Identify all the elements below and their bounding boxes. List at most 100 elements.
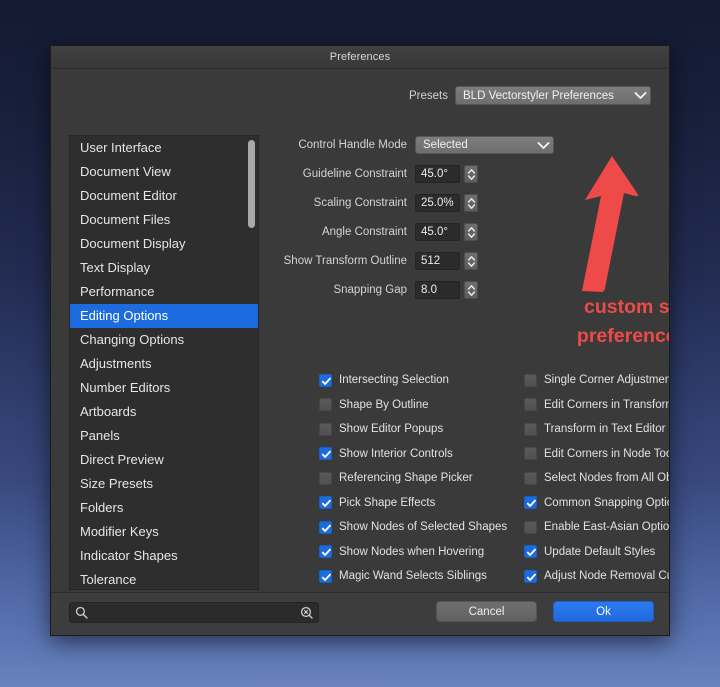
sidebar-item-adjustments[interactable]: Adjustments bbox=[70, 352, 258, 376]
checkbox-unchecked-icon[interactable] bbox=[524, 422, 537, 436]
number-field: 45.0° bbox=[415, 223, 478, 241]
checkbox-row[interactable]: Show Nodes of Selected Shapes bbox=[319, 519, 524, 535]
number-input[interactable]: 45.0° bbox=[415, 165, 460, 183]
number-input[interactable]: 8.0 bbox=[415, 281, 460, 299]
checkbox-label: Show Nodes of Selected Shapes bbox=[339, 521, 508, 533]
checkbox-row[interactable]: Pick Shape Effects bbox=[319, 495, 524, 511]
presets-label: Presets bbox=[409, 89, 448, 102]
checkbox-row[interactable]: Referencing Shape Picker bbox=[319, 470, 524, 486]
search-input[interactable] bbox=[69, 602, 319, 623]
checkbox-row[interactable]: Transform in Text Editor bbox=[524, 421, 669, 437]
field-label: Show Transform Outline bbox=[283, 255, 407, 267]
checkbox-row[interactable]: Adjust Node Removal Curvature bbox=[524, 568, 669, 584]
sidebar-item-performance[interactable]: Performance bbox=[70, 280, 258, 304]
chevron-down-icon bbox=[533, 141, 553, 150]
settings-pane: Control Handle Mode Selected Guideline Con… bbox=[267, 135, 657, 309]
checkbox-checked-icon[interactable] bbox=[319, 496, 332, 509]
checkbox-row[interactable]: Select Nodes from All Objects bbox=[524, 470, 669, 486]
preferences-dialog: Preferences Presets BLD Vectorstyler Pre… bbox=[50, 45, 670, 636]
checkbox-row[interactable]: Single Corner Adjustment bbox=[524, 372, 669, 388]
checkbox-label: Shape By Outline bbox=[339, 398, 429, 411]
checkbox-checked-icon[interactable] bbox=[319, 545, 332, 558]
checkbox-checked-icon[interactable] bbox=[319, 373, 332, 387]
checkbox-row[interactable]: Show Interior Controls bbox=[319, 446, 524, 462]
field-label: Guideline Constraint bbox=[302, 168, 407, 180]
checkbox-label: Magic Wand Selects Siblings bbox=[339, 570, 487, 582]
checkbox-label: Intersecting Selection bbox=[339, 374, 449, 386]
checkbox-unchecked-icon[interactable] bbox=[319, 398, 332, 411]
ok-button[interactable]: Ok bbox=[553, 601, 654, 622]
annotation-line-2: preferences file bbox=[576, 325, 669, 347]
number-input[interactable]: 45.0° bbox=[415, 223, 460, 241]
field-row: Guideline Constraint 45.0° bbox=[267, 164, 657, 184]
sidebar-scrollbar[interactable] bbox=[248, 140, 255, 585]
sidebar-scrollbar-thumb[interactable] bbox=[248, 140, 255, 228]
sidebar-item-modifier-keys[interactable]: Modifier Keys bbox=[70, 520, 258, 544]
checkbox-row[interactable]: Edit Corners in Node Tool bbox=[524, 446, 669, 462]
sidebar-item-indicator-shapes[interactable]: Indicator Shapes bbox=[70, 544, 258, 568]
sidebar-item-folders[interactable]: Folders bbox=[70, 496, 258, 520]
checkbox-row[interactable]: Intersecting Selection bbox=[319, 372, 524, 388]
number-input[interactable]: 25.0% bbox=[415, 194, 460, 212]
field-label: Snapping Gap bbox=[333, 284, 407, 296]
sidebar-item-document-editor[interactable]: Document Editor bbox=[70, 184, 258, 208]
checkbox-row[interactable]: Enable East-Asian Options bbox=[524, 519, 669, 535]
category-list-items: User Interface Document View Document Edit… bbox=[70, 136, 258, 589]
checkbox-row[interactable]: Common Snapping Options bbox=[524, 495, 669, 511]
checkbox-label: Update Default Styles bbox=[544, 545, 656, 558]
number-input[interactable]: 512 bbox=[415, 252, 460, 270]
checkbox-unchecked-icon[interactable] bbox=[319, 471, 332, 485]
clear-search-icon[interactable] bbox=[300, 606, 313, 619]
checkbox-unchecked-icon[interactable] bbox=[524, 520, 537, 534]
checkbox-row[interactable]: Edit Corners in Transform Tool bbox=[524, 397, 669, 413]
cancel-button[interactable]: Cancel bbox=[436, 601, 537, 622]
sidebar-item-text-display[interactable]: Text Display bbox=[70, 256, 258, 280]
sidebar-item-editing-options[interactable]: Editing Options bbox=[70, 304, 258, 328]
number-field: 25.0% bbox=[415, 194, 478, 212]
checkbox-row[interactable]: Show Editor Popups bbox=[319, 421, 524, 437]
sidebar-item-direct-preview[interactable]: Direct Preview bbox=[70, 448, 258, 472]
checkbox-checked-icon[interactable] bbox=[319, 520, 332, 534]
sidebar-item-document-view[interactable]: Document View bbox=[70, 160, 258, 184]
dialog-titlebar: Preferences bbox=[51, 46, 669, 69]
sidebar-item-artboards[interactable]: Artboards bbox=[70, 400, 258, 424]
checkbox-unchecked-icon[interactable] bbox=[524, 447, 537, 460]
checkbox-label: Common Snapping Options bbox=[544, 496, 669, 509]
category-list[interactable]: User Interface Document View Document Edit… bbox=[69, 135, 259, 590]
quantity-stepper[interactable] bbox=[464, 281, 478, 299]
checkbox-row[interactable]: Update Default Styles bbox=[524, 544, 669, 560]
field-row: Control Handle Mode Selected bbox=[267, 135, 657, 155]
checkbox-row[interactable]: Show Nodes when Hovering bbox=[319, 544, 524, 560]
control-handle-mode-dropdown[interactable]: Selected bbox=[415, 136, 554, 154]
checkbox-row[interactable]: Shape By Outline bbox=[319, 397, 524, 413]
checkbox-unchecked-icon[interactable] bbox=[524, 373, 537, 387]
presets-value: BLD Vectorstyler Preferences bbox=[463, 89, 614, 102]
checkbox-checked-icon[interactable] bbox=[524, 569, 537, 583]
checkbox-unchecked-icon[interactable] bbox=[319, 422, 332, 436]
sidebar-item-panels[interactable]: Panels bbox=[70, 424, 258, 448]
checkbox-unchecked-icon[interactable] bbox=[524, 398, 537, 411]
quantity-stepper[interactable] bbox=[464, 165, 478, 183]
sidebar-item-document-display[interactable]: Document Display bbox=[70, 232, 258, 256]
quantity-stepper[interactable] bbox=[464, 252, 478, 270]
checkbox-label: Show Editor Popups bbox=[339, 423, 444, 435]
sidebar-item-number-editors[interactable]: Number Editors bbox=[70, 376, 258, 400]
checkbox-label: Referencing Shape Picker bbox=[339, 472, 473, 484]
sidebar-item-tolerance[interactable]: Tolerance bbox=[70, 568, 258, 589]
presets-dropdown[interactable]: BLD Vectorstyler Preferences bbox=[455, 86, 651, 105]
checkbox-checked-icon[interactable] bbox=[524, 496, 537, 509]
sidebar-item-user-interface[interactable]: User Interface bbox=[70, 136, 258, 160]
checkbox-row[interactable]: Magic Wand Selects Siblings bbox=[319, 568, 524, 584]
sidebar-item-changing-options[interactable]: Changing Options bbox=[70, 328, 258, 352]
checkbox-unchecked-icon[interactable] bbox=[524, 471, 537, 485]
quantity-stepper[interactable] bbox=[464, 194, 478, 212]
sidebar-item-document-files[interactable]: Document Files bbox=[70, 208, 258, 232]
field-label: Angle Constraint bbox=[321, 226, 407, 238]
checkbox-checked-icon[interactable] bbox=[319, 569, 332, 583]
checkbox-label: Select Nodes from All Objects bbox=[544, 472, 669, 484]
quantity-stepper[interactable] bbox=[464, 223, 478, 241]
checkbox-checked-icon[interactable] bbox=[319, 447, 332, 460]
checkbox-checked-icon[interactable] bbox=[524, 545, 537, 558]
sidebar-item-size-presets[interactable]: Size Presets bbox=[70, 472, 258, 496]
field-row: Scaling Constraint 25.0% bbox=[267, 193, 657, 213]
